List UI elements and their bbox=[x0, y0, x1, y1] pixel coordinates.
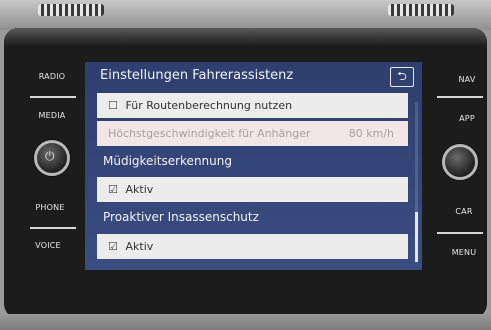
trailer-speed-label: Höchstgeschwindigkeit für Anhänger bbox=[108, 127, 311, 140]
tune-knob[interactable] bbox=[442, 144, 478, 180]
back-button[interactable]: ⮌ bbox=[390, 67, 414, 87]
occupant-active-label: Aktiv bbox=[125, 240, 154, 253]
dashboard-bottom bbox=[0, 314, 491, 330]
scroll-thumb[interactable] bbox=[415, 212, 418, 262]
back-arrow-icon: ⮌ bbox=[397, 69, 407, 83]
button-divider bbox=[437, 96, 483, 98]
fatigue-active-toggle[interactable]: ☑ Aktiv bbox=[97, 177, 408, 202]
fatigue-active-label: Aktiv bbox=[125, 183, 154, 196]
dashboard-top bbox=[0, 0, 491, 30]
checkbox-unchecked-icon: ☐ bbox=[108, 99, 118, 112]
volume-knob[interactable]: ⏻ bbox=[34, 140, 70, 176]
radio-button[interactable]: RADIO bbox=[22, 72, 82, 81]
route-calc-toggle[interactable]: ☐ Für Routenberechnung nutzen bbox=[97, 93, 408, 118]
app-button[interactable]: APP bbox=[437, 114, 491, 123]
trailer-speed-row: Höchstgeschwindigkeit für Anhänger 80 km… bbox=[97, 121, 408, 146]
media-button[interactable]: MEDIA bbox=[22, 111, 82, 120]
power-icon: ⏻ bbox=[45, 149, 55, 163]
car-button[interactable]: CAR bbox=[434, 207, 491, 216]
occupant-section-title: Proaktiver Insassenschutz bbox=[103, 210, 259, 224]
fatigue-section-title: Müdigkeitserkennung bbox=[103, 154, 232, 168]
route-calc-label: Für Routenberechnung nutzen bbox=[125, 99, 293, 112]
checkbox-checked-icon: ☑ bbox=[108, 183, 118, 196]
page-title: Einstellungen Fahrerassistenz bbox=[100, 68, 294, 83]
touchscreen: Einstellungen Fahrerassistenz ⮌ ☐ Für Ro… bbox=[85, 62, 422, 270]
checkbox-checked-icon: ☑ bbox=[108, 240, 118, 253]
menu-button[interactable]: MENU bbox=[434, 248, 491, 257]
button-divider bbox=[30, 96, 76, 98]
occupant-active-toggle[interactable]: ☑ Aktiv bbox=[97, 234, 408, 259]
button-divider bbox=[437, 232, 483, 234]
nav-button[interactable]: NAV bbox=[437, 75, 491, 84]
button-divider bbox=[30, 227, 76, 229]
trailer-speed-value: 80 km/h bbox=[348, 127, 394, 140]
air-vent-right bbox=[388, 4, 454, 16]
scrollbar[interactable] bbox=[415, 102, 418, 262]
bezel-gloss bbox=[4, 28, 487, 46]
phone-button[interactable]: PHONE bbox=[20, 203, 80, 212]
air-vent-left bbox=[38, 4, 104, 16]
voice-button[interactable]: VOICE bbox=[18, 241, 78, 250]
